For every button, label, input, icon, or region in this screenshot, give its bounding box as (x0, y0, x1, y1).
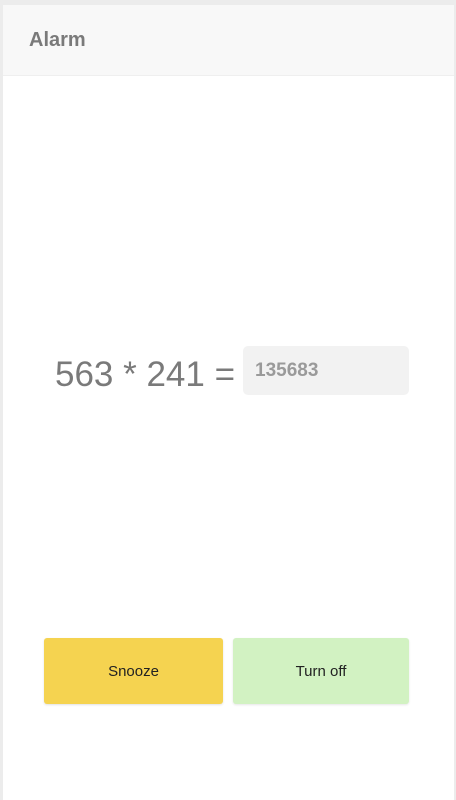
turn-off-button-label: Turn off (295, 662, 347, 680)
page-title: Alarm (29, 29, 86, 51)
snooze-button[interactable]: Snooze (44, 638, 223, 704)
math-question: 563 * 241 = (55, 355, 236, 394)
alarm-screen: Alarm 563 * 241 = Snooze Turn off (3, 5, 454, 800)
snooze-button-label: Snooze (108, 662, 159, 680)
answer-input[interactable] (243, 346, 409, 395)
turn-off-button[interactable]: Turn off (233, 638, 409, 704)
app-header: Alarm (3, 5, 454, 76)
